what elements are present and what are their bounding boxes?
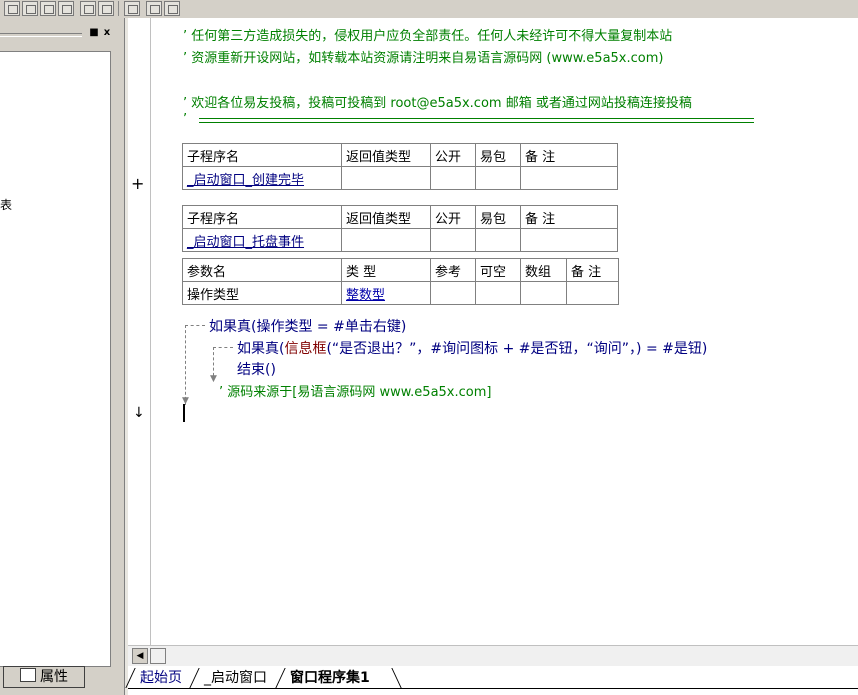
code-editor[interactable]: ’ 任何第三方造成损失的，侵权用户应负全部责任。任何人未经许可不得大量复制本站 …: [151, 18, 858, 645]
table-header-row: 参数名 类 型 参考 可空 数组 备 注: [182, 258, 619, 282]
code-expression: (操作类型 = #单击右键): [251, 319, 407, 335]
header-cell: 公开: [430, 205, 476, 229]
flow-arrow-icon: ▼: [210, 374, 217, 384]
keyword: 如果真: [209, 319, 251, 335]
table-row[interactable]: _启动窗口_创建完毕: [182, 166, 618, 190]
subroutine-name-cell[interactable]: _启动窗口_托盘事件: [182, 228, 342, 252]
table-cell[interactable]: [430, 166, 476, 190]
minimize-icon[interactable]: ■: [88, 28, 100, 39]
tab-window-assembly[interactable]: 窗口程序集1: [284, 668, 376, 688]
panel-titlebar: ■ x: [0, 27, 120, 41]
flow-line: [185, 325, 186, 405]
table-cell[interactable]: [566, 281, 619, 305]
comment-line: ’ 资源重新开设网站，如转载本站资源请注明来自易语言源码网 (www.e5a5x…: [183, 51, 664, 66]
align-left-icon[interactable]: [4, 1, 20, 16]
properties-icon: [20, 668, 36, 682]
header-cell: 参数名: [182, 258, 342, 282]
table-cell[interactable]: [520, 166, 618, 190]
header-cell: 备 注: [520, 143, 618, 167]
expand-button[interactable]: +: [131, 174, 144, 193]
header-cell: 子程序名: [182, 143, 342, 167]
table-cell[interactable]: [475, 166, 521, 190]
current-line-arrow-icon: ↓: [133, 405, 145, 421]
table-cell[interactable]: [341, 166, 431, 190]
subroutine-table: 子程序名 返回值类型 公开 易包 备 注 _启动窗口_托盘事件: [182, 205, 618, 252]
parameter-table: 参数名 类 型 参考 可空 数组 备 注 操作类型 整数型: [182, 258, 619, 305]
table-cell[interactable]: [520, 228, 618, 252]
param-type-cell[interactable]: 整数型: [341, 281, 431, 305]
align-bottom-icon[interactable]: [58, 1, 74, 16]
table-cell[interactable]: [430, 281, 476, 305]
align-top-icon[interactable]: [40, 1, 56, 16]
left-panel: ■ x 表 属性: [0, 18, 124, 695]
header-cell: 备 注: [520, 205, 618, 229]
param-name-cell[interactable]: 操作类型: [182, 281, 342, 305]
same-height-icon[interactable]: [98, 1, 114, 16]
editor-tabs: 起始页 _启动窗口 窗口程序集1: [125, 666, 858, 695]
header-cell: 类 型: [341, 258, 431, 282]
code-line-if[interactable]: 如果真(信息框(“是否退出？”，#询问图标 + #是否钮，“询问”，) = #是…: [237, 338, 707, 358]
titlebar-grip: [0, 33, 82, 37]
same-width-icon[interactable]: [80, 1, 96, 16]
header-cell: 备 注: [566, 258, 619, 282]
comment-line: ’ 欢迎各位易友投稿，投稿可投稿到 root@e5a5x.com 邮箱 或者通过…: [183, 96, 692, 111]
header-cell: 子程序名: [182, 205, 342, 229]
function-name: 信息框: [284, 341, 327, 357]
properties-tab-label: 属性: [40, 669, 68, 685]
subroutine-table: 子程序名 返回值类型 公开 易包 备 注 _启动窗口_创建完毕: [182, 143, 618, 190]
header-cell: 公开: [430, 143, 476, 167]
table-row[interactable]: 操作类型 整数型: [182, 281, 619, 305]
header-cell: 数组: [520, 258, 567, 282]
tab-start-page[interactable]: 起始页: [134, 668, 188, 688]
comment-line: ’ 任何第三方造成损失的，侵权用户应负全部责任。任何人未经许可不得大量复制本站: [183, 29, 673, 44]
table-cell[interactable]: [341, 228, 431, 252]
scroll-thumb[interactable]: [150, 648, 166, 664]
text-cursor: [183, 404, 185, 422]
table-cell[interactable]: [475, 281, 521, 305]
table-cell[interactable]: [430, 228, 476, 252]
keyword: 如果真: [237, 341, 279, 357]
panel-content[interactable]: 表: [0, 51, 111, 667]
hspace-icon[interactable]: [124, 1, 140, 16]
flow-line: [213, 347, 233, 348]
comment-line: ’ 源码来源于[易语言源码网 www.e5a5x.com]: [219, 385, 492, 400]
header-cell: 易包: [475, 205, 521, 229]
toolbar: [0, 0, 858, 19]
vspace-icon[interactable]: [146, 1, 162, 16]
header-cell: 返回值类型: [341, 205, 431, 229]
table-header-row: 子程序名 返回值类型 公开 易包 备 注: [182, 205, 618, 229]
horizontal-scrollbar[interactable]: ◀: [128, 645, 858, 666]
keyword: 结束: [237, 362, 265, 378]
align-center-icon[interactable]: [22, 1, 38, 16]
tab-startup-window[interactable]: _启动窗口: [198, 668, 273, 688]
close-icon[interactable]: x: [101, 28, 113, 39]
table-row[interactable]: _启动窗口_托盘事件: [182, 228, 618, 252]
code-line-end[interactable]: 结束(): [237, 359, 276, 379]
header-cell: 易包: [475, 143, 521, 167]
comment-divider: [199, 118, 754, 123]
header-cell: 返回值类型: [341, 143, 431, 167]
header-cell: 参考: [430, 258, 476, 282]
center-form-icon[interactable]: [164, 1, 180, 16]
subroutine-name-cell[interactable]: _启动窗口_创建完毕: [182, 166, 342, 190]
editor-gutter: + ↓: [128, 18, 151, 645]
table-header-row: 子程序名 返回值类型 公开 易包 备 注: [182, 143, 618, 167]
panel-partial-text: 表: [0, 198, 13, 212]
flow-line: [185, 325, 205, 326]
properties-tab[interactable]: 属性: [3, 666, 85, 688]
comment-line: ’: [183, 112, 188, 127]
scroll-left-icon[interactable]: ◀: [132, 648, 148, 664]
table-cell[interactable]: [475, 228, 521, 252]
header-cell: 可空: [475, 258, 521, 282]
code-expression: (“是否退出？”，#询问图标 + #是否钮，“询问”，) = #是钮): [326, 341, 708, 357]
code-expression: (): [265, 362, 276, 378]
code-line-if[interactable]: 如果真(操作类型 = #单击右键): [209, 316, 406, 336]
table-cell[interactable]: [520, 281, 567, 305]
